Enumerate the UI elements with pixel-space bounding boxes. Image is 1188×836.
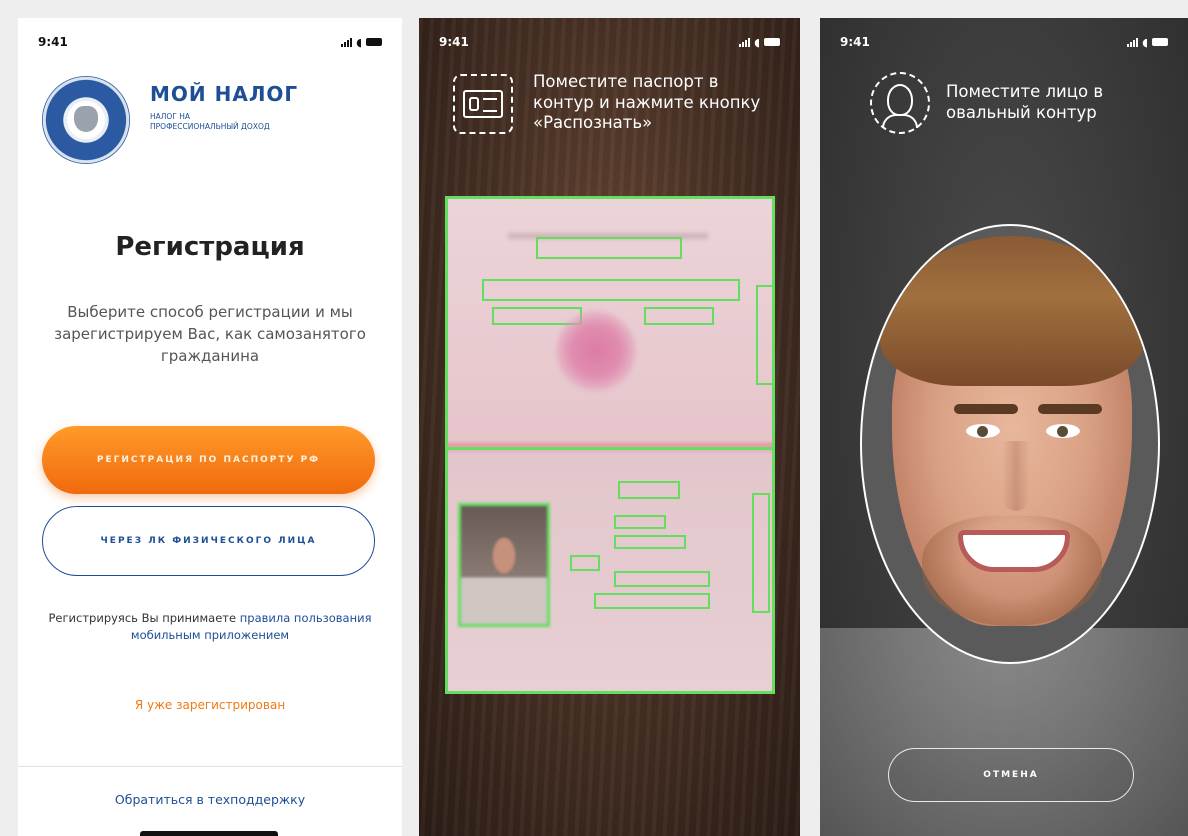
right-eye — [1046, 424, 1080, 438]
scan-field-box — [570, 555, 600, 571]
scan-field-box — [482, 279, 740, 301]
register-via-lk-button[interactable]: ЧЕРЕЗ ЛК ФИЗИЧЕСКОГО ЛИЦА — [42, 506, 375, 576]
passport-fold — [448, 447, 772, 450]
register-by-passport-button[interactable]: РЕГИСТРАЦИЯ ПО ПАСПОРТУ РФ — [42, 426, 375, 494]
signal-icon — [341, 37, 353, 47]
scan-field-box — [536, 237, 682, 259]
passport-photo — [458, 503, 550, 627]
scan-field-box — [756, 285, 774, 385]
passport-scan-frame — [445, 196, 775, 694]
status-bar: 9:41 ◖ — [840, 32, 1168, 52]
fns-emblem-logo — [42, 76, 130, 164]
brand-subtitle: НАЛОГ НА ПРОФЕССИОНАЛЬНЫЙ ДОХОД — [150, 112, 270, 131]
terms-notice: Регистрируясь Вы принимаете правила поль… — [48, 610, 372, 645]
scan-field-box — [614, 571, 710, 587]
face-outline-icon — [870, 72, 930, 134]
face-scan-screen: 9:41 ◖ Поместите лицо в овальный контур … — [820, 18, 1188, 836]
divider — [18, 766, 402, 767]
wifi-icon: ◖ — [1142, 35, 1148, 49]
wifi-icon: ◖ — [754, 35, 760, 49]
scan-field-box — [614, 515, 666, 529]
person-smile — [958, 530, 1070, 572]
status-bar: 9:41 ◖ — [439, 32, 780, 52]
left-eye — [966, 424, 1000, 438]
right-eyebrow — [1038, 404, 1102, 414]
battery-icon — [764, 38, 780, 46]
support-link[interactable]: Обратиться в техподдержку — [18, 792, 402, 807]
already-registered-link[interactable]: Я уже зарегистрирован — [18, 698, 402, 712]
person-nose — [1002, 441, 1030, 511]
left-eyebrow — [954, 404, 1018, 414]
battery-icon — [366, 38, 382, 46]
signal-icon — [1127, 37, 1139, 47]
page-title: Регистрация — [115, 232, 305, 262]
scan-field-box — [594, 593, 710, 609]
scan-field-box — [618, 481, 680, 499]
cancel-button[interactable]: ОТМЕНА — [888, 748, 1134, 802]
face-instruction: Поместите лицо в овальный контур — [946, 82, 1104, 122]
home-indicator — [140, 831, 278, 836]
terms-prefix: Регистрируясь Вы принимаете — [48, 611, 237, 625]
brand-title: МОЙ НАЛОГ — [150, 82, 299, 106]
scan-field-box — [752, 493, 770, 613]
scan-field-box — [614, 535, 686, 549]
battery-icon — [1152, 38, 1168, 46]
registration-screen: 9:41 ◖ МОЙ НАЛОГ НАЛОГ НА ПРОФЕССИОНАЛЬН… — [18, 18, 402, 836]
signal-icon — [739, 37, 751, 47]
face-oval-frame — [860, 224, 1160, 664]
stamp-seal — [556, 311, 636, 391]
passport-instruction: Поместите паспорт в контур и нажмите кно… — [533, 72, 761, 133]
id-card-icon — [453, 74, 513, 134]
scan-field-box — [644, 307, 714, 325]
status-time: 9:41 — [38, 35, 68, 49]
passport-scan-screen: 9:41 ◖ Поместите паспорт в контур и нажм… — [419, 18, 800, 836]
registration-description: Выберите способ регистрации и мы зарегис… — [54, 303, 366, 365]
wifi-icon: ◖ — [356, 35, 362, 49]
status-bar: 9:41 ◖ — [38, 32, 382, 52]
status-time: 9:41 — [439, 35, 469, 49]
status-time: 9:41 — [840, 35, 870, 49]
